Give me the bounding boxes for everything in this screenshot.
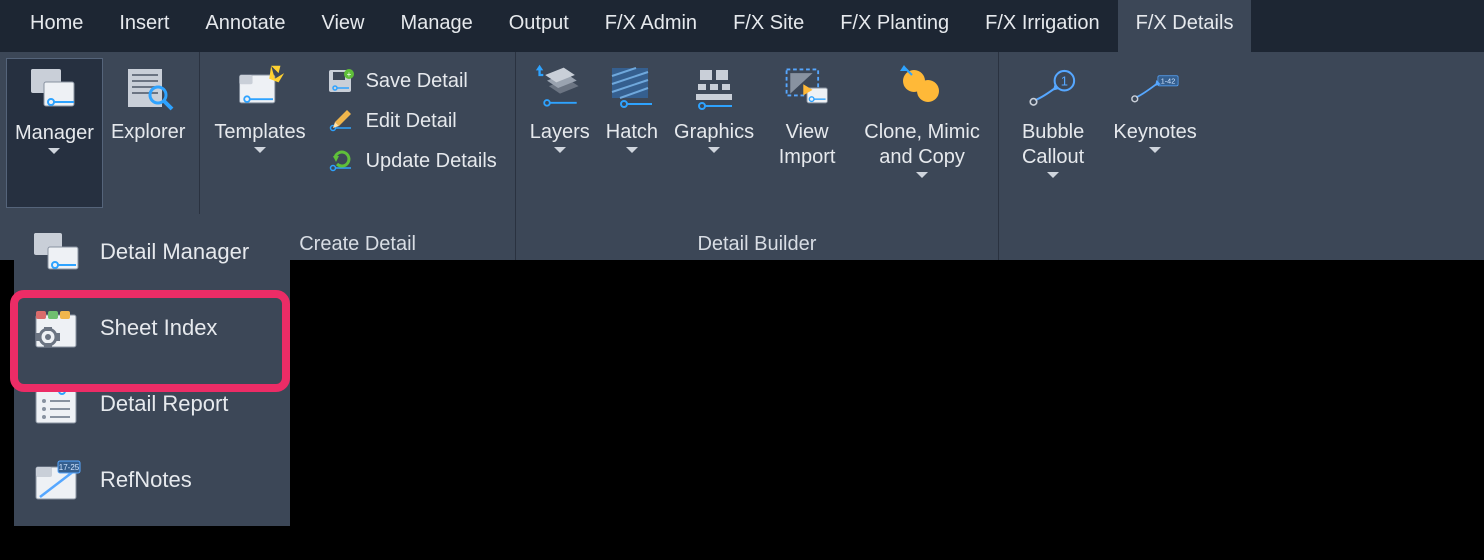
edit-detail-label: Edit Detail <box>366 110 457 133</box>
dropdown-item-label: Detail Report <box>100 391 228 417</box>
detail-builder-panel-title: Detail Builder <box>522 229 992 256</box>
save-detail-button[interactable]: + Save Detail <box>320 62 503 100</box>
manager-button[interactable]: Manager <box>6 58 103 208</box>
bubble-callout-label: Bubble Callout <box>1013 120 1093 170</box>
explorer-label: Explorer <box>111 120 185 145</box>
dropdown-refnotes[interactable]: 17-25 RefNotes <box>14 442 290 518</box>
update-details-button[interactable]: Update Details <box>320 142 503 180</box>
save-detail-label: Save Detail <box>366 70 468 93</box>
dropdown-caret-icon <box>554 147 566 153</box>
tab-fx-site[interactable]: F/X Site <box>715 0 822 52</box>
tab-home[interactable]: Home <box>12 0 101 52</box>
templates-label: Templates <box>214 120 305 145</box>
tab-view[interactable]: View <box>303 0 382 52</box>
graphics-icon <box>688 62 740 114</box>
tab-insert[interactable]: Insert <box>101 0 187 52</box>
bubble-callout-button[interactable]: 1 Bubble Callout <box>1005 58 1101 208</box>
svg-text:+: + <box>346 70 351 79</box>
clone-mimic-copy-button[interactable]: Clone, Mimic and Copy <box>852 58 992 208</box>
tab-fx-planting[interactable]: F/X Planting <box>822 0 967 52</box>
sheet-index-icon <box>30 304 84 352</box>
tab-fx-irrigation[interactable]: F/X Irrigation <box>967 0 1117 52</box>
tab-annotate[interactable]: Annotate <box>187 0 303 52</box>
dropdown-caret-icon <box>1047 172 1059 178</box>
refnotes-icon: 17-25 <box>30 456 84 504</box>
svg-text:17-25: 17-25 <box>59 463 80 472</box>
update-icon <box>326 146 356 176</box>
tab-output[interactable]: Output <box>491 0 587 52</box>
save-icon: + <box>326 66 356 96</box>
dropdown-caret-icon <box>626 147 638 153</box>
dropdown-item-label: RefNotes <box>100 467 192 493</box>
manager-dropdown: Detail Manager Sheet Index <box>14 214 290 526</box>
dropdown-caret-icon <box>1149 147 1161 153</box>
keynotes-icon: 1-42 <box>1129 62 1181 114</box>
dropdown-caret-icon <box>254 147 266 153</box>
update-details-label: Update Details <box>366 150 497 173</box>
detail-manager-icon <box>30 228 84 276</box>
hatch-icon <box>606 62 658 114</box>
dropdown-caret-icon <box>708 147 720 153</box>
templates-icon <box>234 62 286 114</box>
graphics-label: Graphics <box>674 120 754 145</box>
edit-icon <box>326 106 356 136</box>
clone-icon <box>896 62 948 114</box>
hatch-label: Hatch <box>606 120 658 145</box>
view-import-button[interactable]: View Import <box>762 58 852 208</box>
templates-button[interactable]: Templates <box>206 58 313 208</box>
graphics-button[interactable]: Graphics <box>666 58 762 208</box>
right-panel-title <box>1005 229 1209 256</box>
keynotes-button[interactable]: 1-42 Keynotes <box>1101 58 1209 208</box>
layers-button[interactable]: Layers <box>522 58 598 208</box>
svg-text:1-42: 1-42 <box>1161 77 1175 86</box>
tab-manage[interactable]: Manage <box>382 0 490 52</box>
view-import-icon <box>781 62 833 114</box>
bubble-callout-icon: 1 <box>1027 62 1079 114</box>
dropdown-detail-manager[interactable]: Detail Manager <box>14 214 290 290</box>
hatch-button[interactable]: Hatch <box>598 58 666 208</box>
clone-mimic-copy-label: Clone, Mimic and Copy <box>860 120 984 170</box>
dropdown-caret-icon <box>916 172 928 178</box>
dropdown-item-label: Detail Manager <box>100 239 249 265</box>
edit-detail-button[interactable]: Edit Detail <box>320 102 503 140</box>
svg-text:1: 1 <box>1061 74 1068 89</box>
manager-icon <box>28 63 80 115</box>
detail-report-icon <box>30 380 84 428</box>
keynotes-label: Keynotes <box>1113 120 1196 145</box>
dropdown-detail-report[interactable]: Detail Report <box>14 366 290 442</box>
view-import-label: View Import <box>770 120 844 170</box>
explorer-icon <box>122 62 174 114</box>
layers-label: Layers <box>530 120 590 145</box>
dropdown-sheet-index[interactable]: Sheet Index <box>14 290 290 366</box>
explorer-button[interactable]: Explorer <box>103 58 193 208</box>
tab-fx-admin[interactable]: F/X Admin <box>587 0 715 52</box>
layers-icon <box>534 62 586 114</box>
dropdown-item-label: Sheet Index <box>100 315 217 341</box>
dropdown-caret-icon <box>48 148 60 154</box>
manager-label: Manager <box>15 121 94 146</box>
tab-fx-details[interactable]: F/X Details <box>1118 0 1252 52</box>
ribbon-tabbar: Home Insert Annotate View Manage Output … <box>0 0 1484 52</box>
